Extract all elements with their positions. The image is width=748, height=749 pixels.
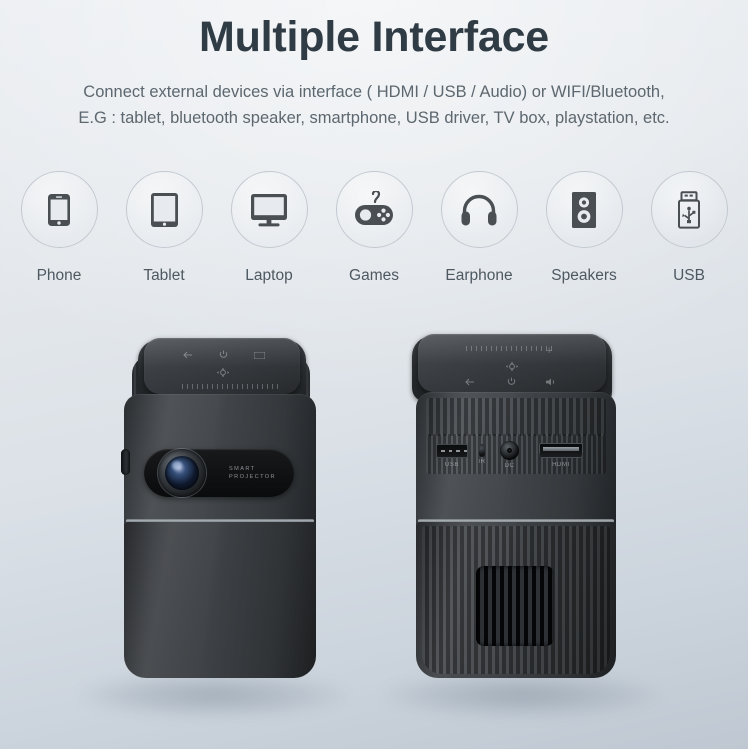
- device-item-usb[interactable]: USB: [637, 171, 742, 285]
- icon-circle: [20, 171, 98, 248]
- power-icon[interactable]: [507, 377, 516, 386]
- icon-circle: [125, 171, 203, 248]
- brand-line-1: SMART: [229, 466, 256, 472]
- dc-power-label: DC: [504, 463, 515, 469]
- power-icon[interactable]: [219, 350, 228, 359]
- device-label: Phone: [36, 267, 82, 284]
- device-label: USB: [673, 267, 705, 284]
- projector-rear-unit: + USB IR DC HDMI: [398, 326, 648, 700]
- back-icon[interactable]: [183, 351, 193, 359]
- usb-port-label: USB: [444, 462, 460, 468]
- device-label: Tablet: [143, 267, 185, 284]
- lens-glass: [165, 456, 199, 490]
- focus-slider-ticks[interactable]: [182, 384, 282, 389]
- focus-dial[interactable]: [121, 449, 130, 475]
- product-photo-stage: SMART PROJECTOR + USB IR DC HDMI: [0, 300, 748, 749]
- device-icon-row: Phone Tablet Laptop Games Earphone Speak…: [0, 171, 748, 285]
- usb-port[interactable]: [436, 444, 468, 458]
- menu-icon[interactable]: [254, 352, 265, 359]
- icon-circle: [545, 171, 623, 248]
- page-title: Multiple Interface: [198, 13, 550, 61]
- body-highlight: [124, 522, 316, 678]
- usb-drive-icon: [676, 190, 702, 229]
- hdmi-port[interactable]: [539, 443, 583, 458]
- icon-circle: [230, 171, 308, 248]
- smartphone-icon: [47, 193, 71, 227]
- icon-circle: [650, 171, 728, 248]
- projection-lens: [158, 449, 206, 497]
- headphones-icon: [460, 193, 498, 227]
- icon-circle: [440, 171, 518, 248]
- plus-icon[interactable]: +: [546, 346, 552, 357]
- top-touch-panel[interactable]: [144, 338, 300, 394]
- navigation-pad-icon[interactable]: [216, 367, 230, 378]
- device-item-speakers[interactable]: Speakers: [532, 171, 637, 285]
- device-body-lower: [124, 522, 316, 678]
- monitor-icon: [250, 193, 288, 227]
- speaker-icon: [571, 191, 597, 229]
- gamepad-icon: [353, 190, 395, 229]
- ir-sensor: [479, 444, 485, 457]
- ir-sensor-label: IR: [478, 459, 486, 465]
- back-icon[interactable]: [465, 378, 475, 386]
- hdmi-port-label: HDMI: [552, 462, 570, 468]
- subtitle-line-2: E.G : tablet, bluetooth speaker, smartph…: [78, 109, 670, 127]
- top-touch-panel[interactable]: +: [418, 334, 606, 392]
- device-label: Games: [349, 267, 399, 284]
- top-vent-ribs: [426, 398, 606, 436]
- tablet-icon: [150, 192, 179, 228]
- device-item-phone[interactable]: Phone: [7, 171, 112, 285]
- header-section: Multiple Interface Connect external devi…: [0, 0, 748, 131]
- brand-text: SMART PROJECTOR: [229, 465, 276, 481]
- icon-circle: [335, 171, 413, 248]
- subtitle-line-1: Connect external devices via interface (…: [83, 83, 665, 101]
- device-item-games[interactable]: Games: [322, 171, 427, 285]
- volume-icon[interactable]: [546, 378, 558, 386]
- device-label: Earphone: [445, 267, 513, 284]
- dc-power-jack[interactable]: [500, 441, 519, 460]
- page-subtitle: Connect external devices via interface (…: [0, 79, 748, 131]
- navigation-pad-icon[interactable]: [505, 361, 519, 372]
- device-item-laptop[interactable]: Laptop: [217, 171, 322, 285]
- focus-slider-ticks[interactable]: [466, 346, 556, 351]
- device-item-tablet[interactable]: Tablet: [112, 171, 217, 285]
- device-label: Laptop: [245, 267, 293, 284]
- brand-line-2: PROJECTOR: [229, 474, 276, 480]
- device-item-earphone[interactable]: Earphone: [427, 171, 532, 285]
- device-label: Speakers: [551, 267, 617, 284]
- speaker-grille: [476, 566, 554, 646]
- projector-front-unit: SMART PROJECTOR: [100, 334, 340, 700]
- lens-plate: SMART PROJECTOR: [144, 449, 294, 497]
